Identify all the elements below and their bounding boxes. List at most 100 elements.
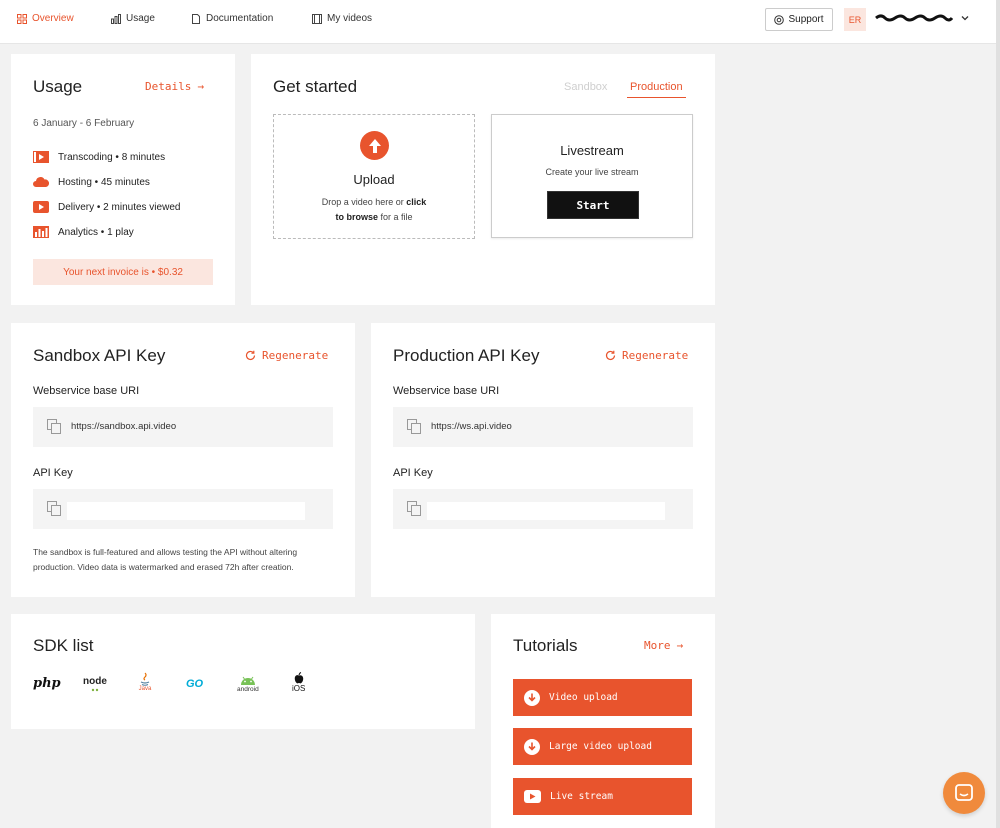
usage-hosting-label: Hosting • 45 minutes: [58, 176, 150, 188]
sandbox-api-title: Sandbox API Key: [33, 346, 166, 365]
usage-date-range: 6 January - 6 February: [33, 118, 135, 129]
sdk-java-label: Java: [138, 686, 152, 692]
play-icon: [33, 201, 49, 213]
nav-documentation[interactable]: Documentation: [191, 13, 273, 24]
nav-documentation-label: Documentation: [206, 13, 274, 24]
sandbox-api-key-field[interactable]: [33, 489, 333, 529]
top-navigation-bar: Overview Usage Documentation My videos S…: [0, 0, 1000, 44]
java-cup-icon: [140, 672, 150, 686]
livestream-description: Create your live stream: [545, 167, 639, 177]
analytics-icon: [33, 226, 49, 238]
grid-icon: [17, 13, 27, 24]
usage-row-transcoding: Transcoding • 8 minutes: [33, 151, 165, 163]
support-icon: [774, 14, 785, 25]
avatar[interactable]: ER: [844, 8, 866, 31]
sdk-php-logo[interactable]: php: [33, 676, 61, 691]
sdk-list-title: SDK list: [33, 636, 94, 655]
usage-analytics-label: Analytics • 1 play: [58, 226, 134, 238]
copy-icon[interactable]: [407, 419, 421, 434]
sandbox-base-uri-label: Webservice base URI: [33, 385, 140, 397]
support-button-label: Support: [788, 14, 824, 25]
sdk-java-logo[interactable]: Java: [138, 672, 152, 692]
usage-row-hosting: Hosting • 45 minutes: [33, 176, 150, 188]
production-api-key-field[interactable]: [393, 489, 693, 529]
production-api-card: Production API Key Regenerate Webservice…: [371, 323, 715, 597]
upload-browse-link[interactable]: to browse: [335, 212, 378, 222]
sandbox-base-uri-field[interactable]: https://sandbox.api.video: [33, 407, 333, 447]
apple-icon: [294, 672, 303, 684]
download-icon: [524, 689, 540, 706]
bar-chart-icon: [111, 13, 121, 24]
cloud-icon: [33, 177, 49, 187]
production-base-uri-value: https://ws.api.video: [431, 421, 512, 432]
nav-my-videos-label: My videos: [327, 13, 373, 24]
support-button[interactable]: Support: [765, 8, 833, 31]
livestream-title: Livestream: [560, 143, 624, 158]
upload-description: Drop a video here or click to browse for…: [294, 195, 454, 225]
get-started-card: Get started Sandbox Production Upload Dr…: [251, 54, 715, 305]
sdk-android-logo[interactable]: android: [237, 674, 259, 693]
sandbox-regenerate-button[interactable]: Regenerate: [245, 349, 328, 362]
invoice-banner: Your next invoice is • $0.32: [33, 259, 213, 285]
document-icon: [192, 13, 200, 24]
usage-row-analytics: Analytics • 1 play: [33, 226, 134, 238]
tab-sandbox[interactable]: Sandbox: [564, 81, 607, 97]
tutorial-live-stream-label: Live stream: [550, 791, 613, 802]
tutorials-card: Tutorials More → Video upload Large vide…: [491, 614, 715, 828]
nav-my-videos[interactable]: My videos: [312, 13, 372, 24]
production-regenerate-label: Regenerate: [622, 349, 689, 362]
tutorials-more-link[interactable]: More →: [644, 639, 683, 652]
production-regenerate-button[interactable]: Regenerate: [605, 349, 688, 362]
arrow-right-icon: →: [197, 80, 204, 93]
sdk-go-label: GO: [186, 678, 204, 690]
youtube-play-icon: [524, 790, 541, 803]
usage-title: Usage: [33, 77, 83, 96]
sandbox-note: The sandbox is full-featured and allows …: [33, 547, 298, 572]
nav-overview[interactable]: Overview: [17, 13, 74, 24]
tutorial-live-stream[interactable]: Live stream: [513, 778, 692, 815]
tutorial-video-upload-label: Video upload: [549, 692, 618, 703]
usage-transcoding-label: Transcoding • 8 minutes: [58, 151, 166, 163]
redacted-user-email: [875, 14, 953, 22]
sdk-node-logo[interactable]: node: [83, 676, 107, 693]
sdk-ios-logo[interactable]: iOS: [292, 672, 305, 693]
upload-title: Upload: [353, 172, 395, 187]
copy-icon[interactable]: [47, 419, 61, 434]
tab-production[interactable]: Production: [627, 81, 686, 98]
sandbox-api-key-label: API Key: [33, 467, 73, 479]
copy-icon[interactable]: [47, 501, 61, 516]
nav-usage-label: Usage: [126, 13, 155, 24]
production-api-key-label: API Key: [393, 467, 433, 479]
download-icon: [524, 738, 540, 755]
tutorial-large-video-upload[interactable]: Large video upload: [513, 728, 692, 765]
arrow-right-icon: →: [676, 639, 684, 652]
tutorial-video-upload[interactable]: Video upload: [513, 679, 692, 716]
usage-row-delivery: Delivery • 2 minutes viewed: [33, 201, 180, 213]
copy-icon[interactable]: [407, 501, 421, 516]
refresh-icon: [605, 350, 616, 361]
sdk-php-label: php: [33, 676, 61, 691]
production-api-key-redacted: [427, 502, 665, 520]
tutorials-title: Tutorials: [513, 636, 578, 655]
start-livestream-button[interactable]: Start: [547, 191, 639, 219]
production-base-uri-field[interactable]: https://ws.api.video: [393, 407, 693, 447]
tutorials-more-label: More: [644, 639, 671, 652]
upload-desc-text-1: Drop a video here or: [321, 197, 407, 207]
get-started-title: Get started: [273, 77, 358, 96]
refresh-icon: [245, 350, 256, 361]
production-base-uri-label: Webservice base URI: [393, 385, 500, 397]
usage-details-link[interactable]: Details →: [145, 80, 204, 93]
sandbox-api-key-redacted: [67, 502, 305, 520]
page-scrollbar[interactable]: [996, 0, 1000, 828]
nav-usage[interactable]: Usage: [111, 13, 155, 24]
livestream-panel: Livestream Create your live stream Start: [491, 114, 693, 238]
node-dots-icon: [91, 688, 99, 692]
chevron-down-icon[interactable]: [960, 13, 970, 23]
film-icon: [312, 13, 322, 24]
sandbox-base-uri-value: https://sandbox.api.video: [71, 421, 177, 432]
upload-dropzone[interactable]: Upload Drop a video here or click to bro…: [273, 114, 475, 239]
sdk-go-logo[interactable]: GO: [186, 678, 203, 690]
upload-click-link[interactable]: click: [406, 197, 426, 207]
chat-launcher-button[interactable]: [943, 772, 985, 814]
usage-card: Usage Details → 6 January - 6 February T…: [11, 54, 235, 305]
